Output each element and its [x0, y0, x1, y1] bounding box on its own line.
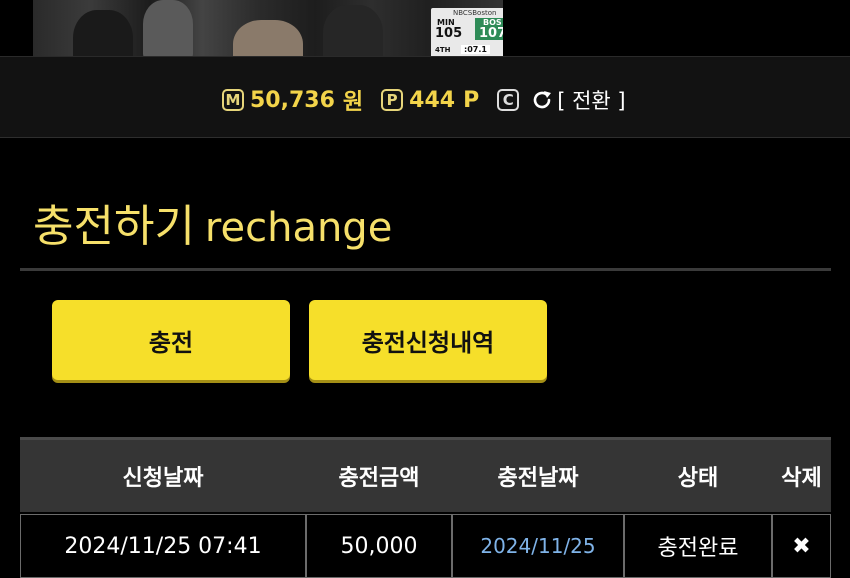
network-logo: NBCSBoston: [453, 9, 497, 17]
header-status: 상태: [677, 466, 719, 491]
charge-history-button[interactable]: 충전신청내역: [309, 300, 547, 380]
page-title: 충전하기 rechange: [33, 190, 392, 254]
balance-row: M 50,736 원 P 444 P C [ 전환 ]: [222, 83, 626, 117]
table-row: 2024/11/25 07:41 50,000 2024/11/25 충전완료 …: [20, 514, 831, 578]
header-request-date: 신청날짜: [122, 466, 204, 491]
page-title-ko: 충전하기: [33, 201, 195, 252]
header-delete: 삭제: [781, 466, 822, 491]
header-amount: 충전금액: [338, 466, 420, 491]
delete-button[interactable]: ✖: [772, 514, 831, 578]
header-charge-date: 충전날짜: [497, 466, 579, 491]
video-stream-area: NBCSBoston MIN 105 BOS 107 4TH :07.1: [0, 0, 850, 72]
game-period: 4TH: [435, 46, 451, 54]
game-clock: :07.1: [461, 45, 490, 54]
cell-amount: 50,000: [306, 514, 452, 578]
switch-button[interactable]: [ 전환 ]: [557, 85, 625, 115]
away-score: 105: [435, 26, 463, 41]
money-icon: M: [222, 89, 244, 111]
point-balance: 444: [409, 87, 456, 113]
cell-charge-date: 2024/11/25: [452, 514, 624, 578]
close-icon: ✖: [792, 533, 811, 559]
scorebug: NBCSBoston MIN 105 BOS 107 4TH :07.1: [431, 8, 503, 60]
balance-bar: M 50,736 원 P 444 P C [ 전환 ]: [0, 56, 850, 138]
refresh-icon[interactable]: [531, 89, 553, 111]
point-unit: P: [463, 87, 480, 113]
home-score: 107: [479, 26, 503, 41]
charge-button[interactable]: 충전: [52, 300, 290, 380]
cell-request-date: 2024/11/25 07:41: [20, 514, 306, 578]
coin-icon: C: [497, 89, 520, 111]
title-divider: [20, 268, 831, 271]
money-unit: 원: [342, 90, 364, 115]
point-icon: P: [381, 89, 404, 111]
money-balance: 50,736: [250, 87, 335, 113]
cell-status: 충전완료: [624, 514, 772, 578]
page-title-en: rechange: [204, 205, 393, 251]
charge-table: 신청날짜 충전금액 충전날짜 상태 삭제 2024/11/25 07:41 50…: [20, 437, 831, 578]
table-header: 신청날짜 충전금액 충전날짜 상태 삭제: [20, 437, 831, 512]
